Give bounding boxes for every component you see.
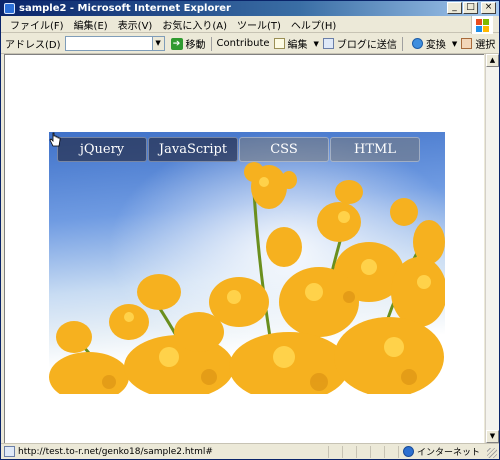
blog-icon xyxy=(322,38,334,49)
title-bar: sample2 - Microsoft Internet Explorer _ … xyxy=(1,1,499,16)
status-bar: http://test.to-r.net/genko18/sample2.htm… xyxy=(1,443,499,459)
edit-button[interactable]: 編集 ▼ xyxy=(273,36,319,51)
scroll-up-button[interactable]: ▲ xyxy=(486,54,499,67)
windows-logo xyxy=(471,16,493,34)
convert-label: 変換 xyxy=(425,40,446,51)
nav-tab-javascript[interactable]: JavaScript xyxy=(148,137,238,162)
menu-view[interactable]: 表示(V) xyxy=(113,17,158,32)
contribute-button[interactable]: Contribute xyxy=(217,38,270,49)
status-panel xyxy=(356,445,370,458)
menu-bar: ファイル(F) 編集(E) 表示(V) お気に入り(A) ツール(T) ヘルプ(… xyxy=(1,16,499,33)
address-bar: アドレス(D) ▼ ➔ 移動 Contribute 編集 ▼ ブログに送信 変換… xyxy=(1,34,499,54)
chevron-down-icon[interactable]: ▼ xyxy=(452,40,457,48)
status-panel xyxy=(328,445,342,458)
page-status-icon xyxy=(4,446,15,457)
nav-tab-jquery[interactable]: jQuery xyxy=(57,137,147,162)
windows-flag-icon xyxy=(476,18,489,32)
close-button[interactable]: × xyxy=(481,2,496,14)
menu-help[interactable]: ヘルプ(H) xyxy=(286,17,341,32)
translate-globe-icon xyxy=(411,38,423,49)
go-button[interactable]: ➔ 移動 xyxy=(170,36,206,51)
address-label: アドレス(D) xyxy=(5,40,61,51)
blog-label: ブログに送信 xyxy=(336,40,397,51)
address-input[interactable] xyxy=(64,36,153,51)
status-panel xyxy=(370,445,384,458)
zone-label: インターネット xyxy=(417,448,481,458)
address-dropdown-button[interactable]: ▼ xyxy=(152,36,165,51)
select-label: 選択 xyxy=(475,40,496,51)
nav-menu: jQuery JavaScript CSS HTML xyxy=(57,137,420,162)
resize-grip[interactable] xyxy=(487,448,497,458)
hand-cursor-icon xyxy=(49,132,61,147)
select-button[interactable]: 選択 xyxy=(461,36,495,51)
go-arrow-icon: ➔ xyxy=(170,37,183,50)
toolbar-divider xyxy=(210,36,212,51)
hero-image: jQuery JavaScript CSS HTML xyxy=(49,132,445,394)
minimize-button[interactable]: _ xyxy=(447,2,462,14)
browser-window: sample2 - Microsoft Internet Explorer _ … xyxy=(0,0,500,460)
go-label: 移動 xyxy=(185,40,206,51)
edit-page-icon xyxy=(273,38,285,49)
status-panel xyxy=(384,445,398,458)
blog-post-button[interactable]: ブログに送信 xyxy=(322,36,397,51)
internet-globe-icon xyxy=(403,446,414,457)
scroll-down-button[interactable]: ▼ xyxy=(486,430,499,443)
menu-favorites[interactable]: お気に入り(A) xyxy=(157,17,232,32)
ie-page-icon xyxy=(4,3,15,14)
rapeseed-flowers-photo xyxy=(49,132,445,394)
chevron-down-icon[interactable]: ▼ xyxy=(314,40,319,48)
menu-file[interactable]: ファイル(F) xyxy=(5,17,69,32)
status-url: http://test.to-r.net/genko18/sample2.htm… xyxy=(18,446,213,457)
window-title: sample2 - Microsoft Internet Explorer xyxy=(19,3,231,14)
security-zone: インターネット xyxy=(398,445,481,458)
convert-button[interactable]: 変換 ▼ xyxy=(411,36,457,51)
page-content: jQuery JavaScript CSS HTML xyxy=(4,54,484,443)
select-icon xyxy=(461,38,473,49)
window-controls: _ □ × xyxy=(447,2,496,14)
menu-edit[interactable]: 編集(E) xyxy=(69,17,113,32)
status-panel xyxy=(342,445,356,458)
nav-tab-css[interactable]: CSS xyxy=(239,137,329,162)
menu-tools[interactable]: ツール(T) xyxy=(232,17,286,32)
toolbar-divider xyxy=(401,36,403,51)
vertical-scrollbar[interactable]: ▲ ▼ xyxy=(485,54,499,443)
maximize-button[interactable]: □ xyxy=(463,2,478,14)
nav-tab-html[interactable]: HTML xyxy=(330,137,420,162)
edit-label: 編集 xyxy=(287,40,308,51)
